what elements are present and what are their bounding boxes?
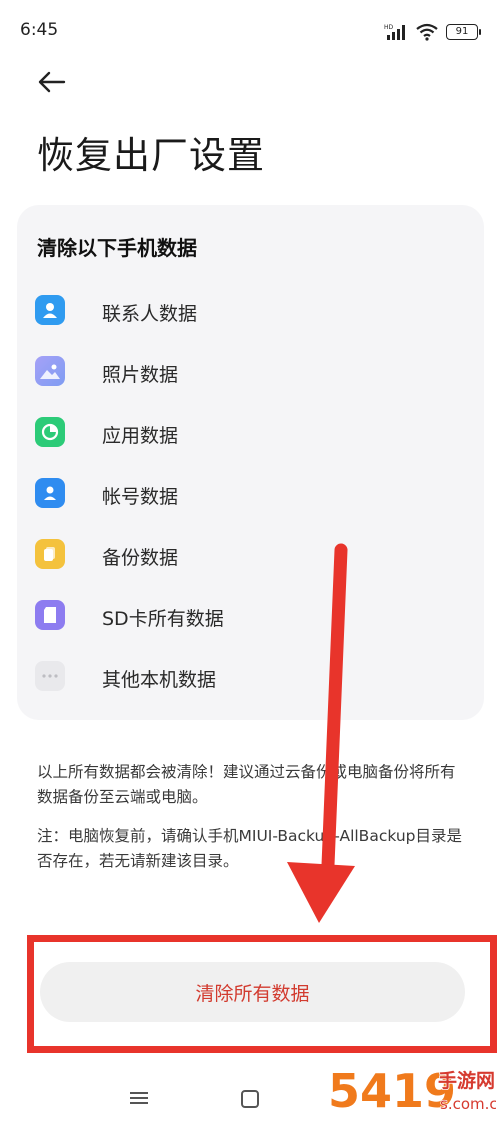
menu-icon[interactable] [130,1090,148,1106]
watermark-logo: 5419 手游网 s.com.cn [327,1063,496,1119]
svg-text:手游网: 手游网 [438,1069,495,1092]
svg-text:5419: 5419 [328,1064,456,1118]
svg-text:s.com.cn: s.com.cn [440,1095,496,1113]
annotation-arrow [287,543,355,923]
home-icon[interactable] [241,1090,259,1108]
